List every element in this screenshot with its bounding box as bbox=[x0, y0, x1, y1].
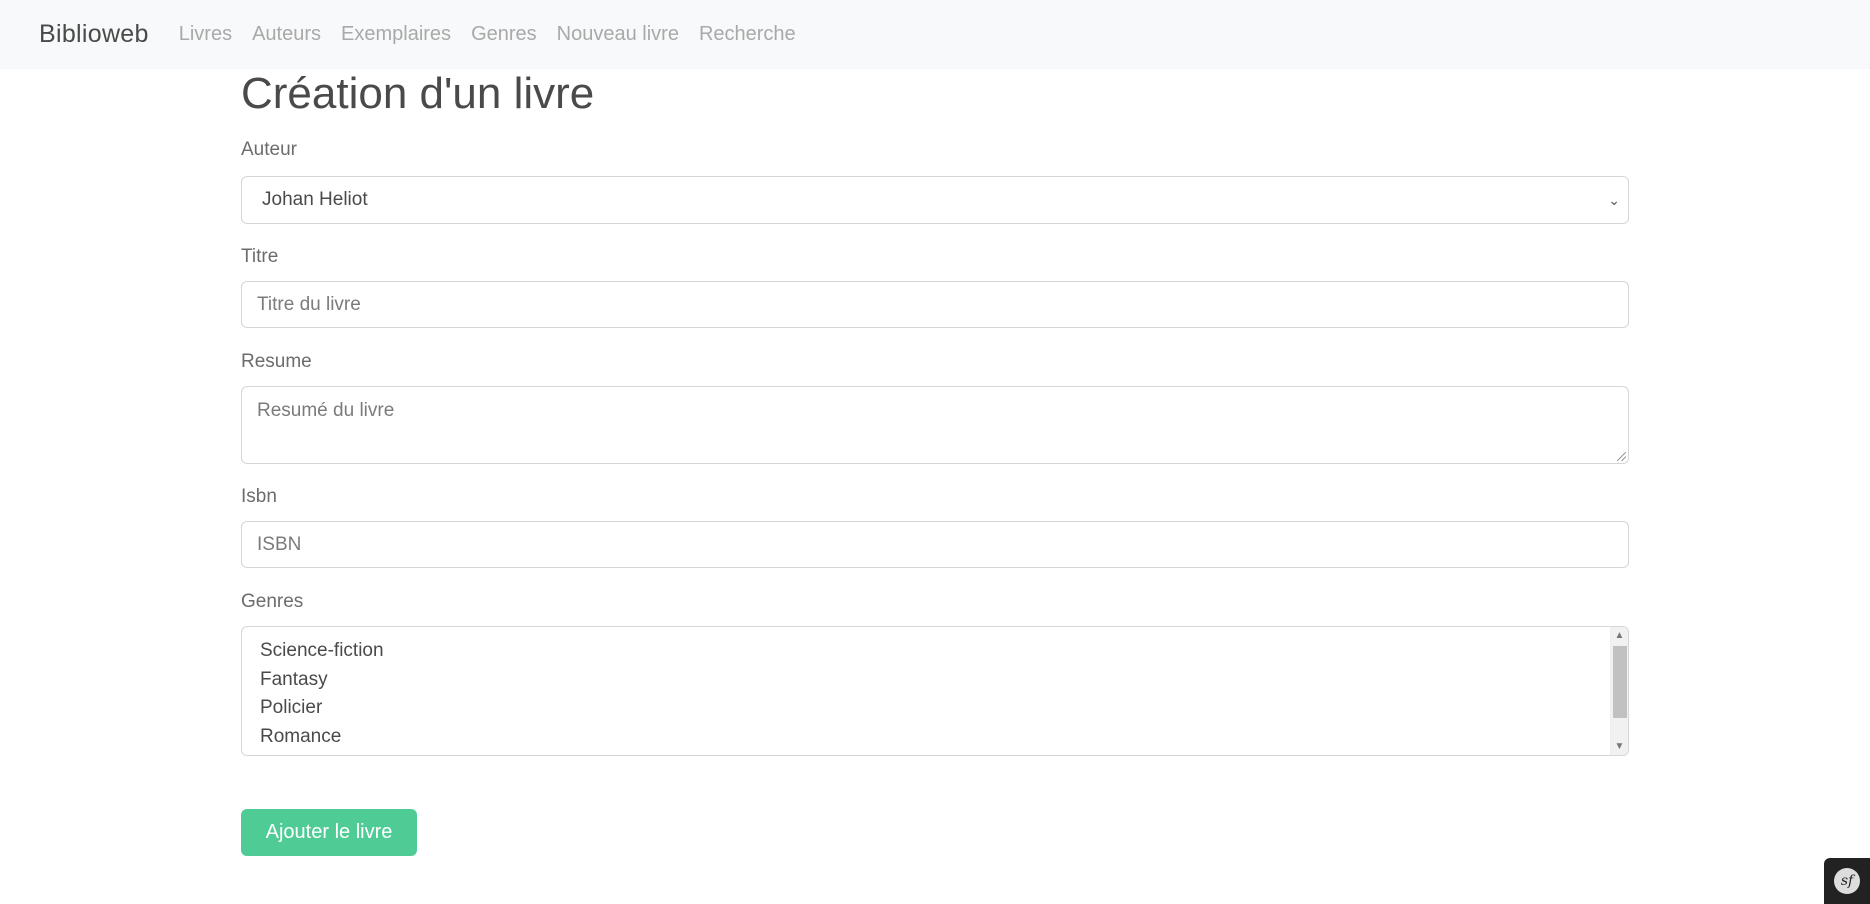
isbn-label: Isbn bbox=[241, 486, 277, 507]
page-title: Création d'un livre bbox=[241, 69, 595, 118]
genre-option[interactable]: Science-fiction bbox=[260, 637, 1628, 666]
titre-input[interactable]: Titre du livre bbox=[241, 281, 1629, 328]
brand-link[interactable]: Biblioweb bbox=[39, 20, 149, 49]
genre-option[interactable]: Romance bbox=[260, 723, 1628, 752]
form-container: Création d'un livre Auteur Johan Heliot … bbox=[241, 69, 1629, 756]
genres-scrollbar[interactable]: ▲ ▼ bbox=[1610, 627, 1628, 755]
isbn-placeholder: ISBN bbox=[257, 533, 302, 555]
titre-label: Titre bbox=[241, 246, 279, 267]
symfony-toolbar[interactable]: sf bbox=[1824, 858, 1870, 904]
genre-option[interactable]: Policier bbox=[260, 694, 1628, 723]
chevron-down-icon: ⌄ bbox=[1608, 192, 1620, 208]
isbn-input[interactable]: ISBN bbox=[241, 521, 1629, 568]
resize-grip-icon[interactable] bbox=[1617, 452, 1626, 461]
scroll-thumb[interactable] bbox=[1613, 646, 1627, 718]
nav-link-nouveau-livre[interactable]: Nouveau livre bbox=[557, 23, 679, 46]
genres-label: Genres bbox=[241, 591, 304, 612]
resume-textarea[interactable]: Resumé du livre bbox=[241, 386, 1629, 464]
ajouter-livre-button[interactable]: Ajouter le livre bbox=[241, 809, 417, 856]
titre-placeholder: Titre du livre bbox=[257, 293, 361, 315]
resume-label: Resume bbox=[241, 351, 312, 372]
nav-link-genres[interactable]: Genres bbox=[471, 23, 537, 46]
auteur-select[interactable]: Johan Heliot ⌄ bbox=[241, 176, 1629, 224]
nav-link-recherche[interactable]: Recherche bbox=[699, 23, 796, 46]
top-navbar: Biblioweb Livres Auteurs Exemplaires Gen… bbox=[0, 0, 1870, 69]
nav-link-livres[interactable]: Livres bbox=[179, 23, 232, 46]
nav-links: Livres Auteurs Exemplaires Genres Nouvea… bbox=[179, 23, 816, 46]
symfony-logo-icon: sf bbox=[1834, 868, 1860, 894]
scroll-down-icon[interactable]: ▼ bbox=[1611, 738, 1628, 755]
auteur-label: Auteur bbox=[241, 139, 297, 160]
resume-placeholder: Resumé du livre bbox=[257, 400, 395, 421]
nav-link-exemplaires[interactable]: Exemplaires bbox=[341, 23, 451, 46]
scroll-up-icon[interactable]: ▲ bbox=[1611, 627, 1628, 644]
auteur-selected-value: Johan Heliot bbox=[262, 189, 368, 210]
genre-option[interactable]: Fantasy bbox=[260, 666, 1628, 695]
nav-link-auteurs[interactable]: Auteurs bbox=[252, 23, 321, 46]
genres-multiselect[interactable]: Science-fiction Fantasy Policier Romance… bbox=[241, 626, 1629, 756]
